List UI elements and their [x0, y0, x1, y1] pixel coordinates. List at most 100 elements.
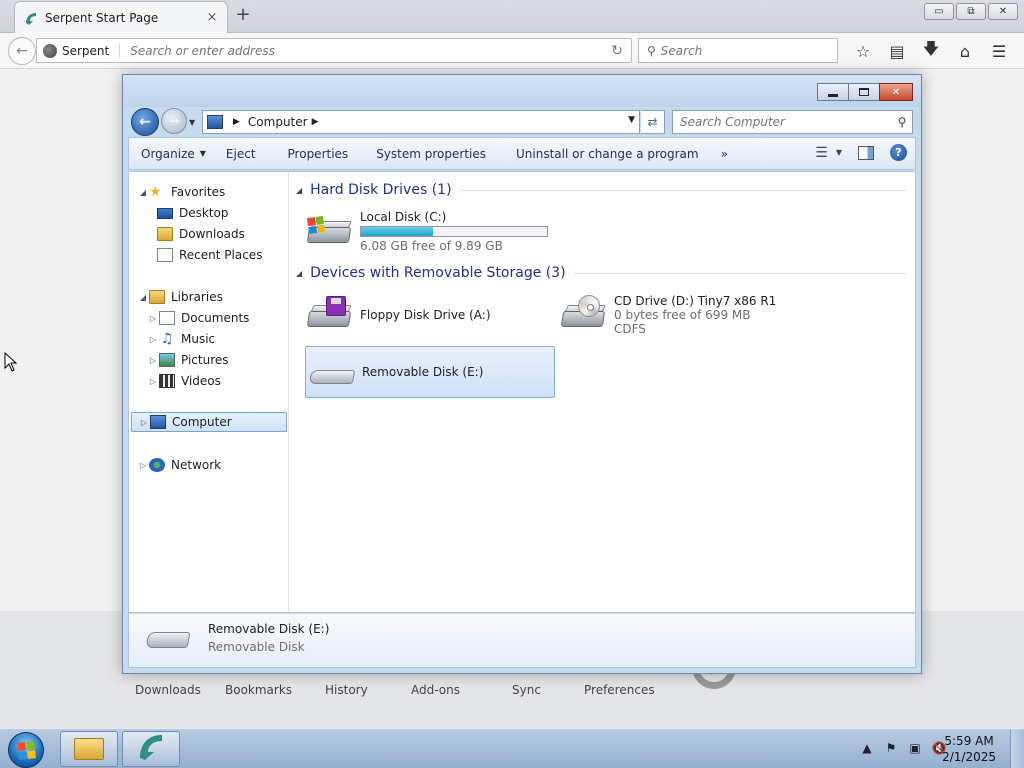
expanded-arrow-icon[interactable]: ◢	[137, 293, 149, 302]
launcher-preferences[interactable]: Preferences	[584, 683, 655, 697]
collapsed-arrow-icon[interactable]: ▷	[137, 461, 149, 470]
explorer-back-button[interactable]: ←	[131, 108, 159, 136]
breadcrumb-arrow-icon[interactable]: ▶	[233, 117, 240, 127]
breadcrumb-computer[interactable]: Computer	[248, 115, 308, 129]
taskbar: ▲ ⚑ ▣ 🔇 5:59 AM 2/1/2025	[0, 728, 1024, 768]
show-desktop-button[interactable]	[1010, 729, 1024, 768]
eject-button[interactable]: Eject	[216, 137, 266, 170]
launcher-sync[interactable]: Sync	[512, 683, 541, 697]
floppy-drive-icon	[304, 293, 354, 337]
taskbar-serpent-button[interactable]	[122, 731, 180, 767]
explorer-search-box[interactable]: ⚲	[672, 110, 913, 134]
taskbar-clock[interactable]: 5:59 AM 2/1/2025	[942, 733, 996, 765]
tab-title: Serpent Start Page	[45, 10, 159, 25]
expanded-arrow-icon[interactable]: ◢	[137, 188, 149, 197]
downloads-icon[interactable]: 🡇	[914, 39, 948, 63]
command-bar-right: ☰ ▼ ?	[815, 144, 907, 161]
nav-music[interactable]: ▷ ♫ Music	[147, 329, 305, 349]
collapsed-arrow-icon[interactable]: ▷	[147, 335, 159, 344]
chevron-down-icon: ▼	[199, 149, 206, 158]
preview-pane-icon[interactable]	[858, 145, 874, 160]
search-bar[interactable]: ⚲	[638, 38, 838, 63]
explorer-forward-button[interactable]: →	[161, 108, 187, 134]
navigation-pane: ◢ ★ Favorites Desktop Downloads Recent P…	[129, 172, 289, 612]
taskbar-explorer-button[interactable]	[60, 731, 118, 767]
properties-button[interactable]: Properties	[266, 137, 359, 170]
change-view-button[interactable]: ☰ ▼	[815, 145, 842, 161]
back-button[interactable]: ←	[8, 37, 36, 65]
explorer-minimize-button[interactable]	[817, 83, 849, 101]
nav-network[interactable]: ▷ Network	[137, 455, 295, 475]
group-header-removable-storage[interactable]: ◢ Devices with Removable Storage (3)	[296, 265, 908, 281]
collapsed-arrow-icon[interactable]: ▷	[138, 418, 150, 427]
organize-button[interactable]: Organize ▼	[129, 137, 216, 170]
search-icon[interactable]: ⚲	[892, 115, 912, 129]
close-button[interactable]: ✕	[988, 3, 1018, 20]
home-icon[interactable]: ⌂	[948, 39, 982, 63]
url-input[interactable]	[130, 43, 603, 58]
explorer-window: ✕ ← → ▼ ▶ Computer ▶ ▼ ⇄ ⚲ Organize ▼	[122, 74, 922, 674]
browser-window-controls: ▭ ⧉ ✕	[924, 3, 1018, 20]
explorer-search-input[interactable]	[680, 115, 892, 129]
search-input[interactable]	[660, 43, 837, 58]
nav-documents[interactable]: ▷ Documents	[147, 308, 305, 328]
action-center-flag-icon[interactable]: ⚑	[884, 741, 898, 755]
reload-icon[interactable]: ↻	[603, 43, 631, 59]
new-tab-button[interactable]: +	[234, 5, 252, 25]
drive-d-free-space: 0 bytes free of 699 MB	[614, 308, 751, 322]
group-header-hard-disk-drives[interactable]: ◢ Hard Disk Drives (1)	[296, 182, 908, 198]
recent-pages-dropdown-icon[interactable]: ▼	[189, 118, 195, 127]
nav-pictures-label: Pictures	[181, 353, 229, 367]
drive-local-disk-c[interactable]: Local Disk (C:) 6.08 GB free of 9.89 GB	[304, 206, 554, 256]
nav-pictures[interactable]: ▷ Pictures	[147, 350, 305, 370]
explorer-titlebar[interactable]: ✕	[123, 75, 921, 107]
group-divider	[459, 189, 908, 191]
details-pane: Removable Disk (E:) Removable Disk	[128, 613, 916, 668]
nav-videos[interactable]: ▷ Videos	[147, 371, 305, 391]
mouse-cursor-icon	[4, 352, 18, 372]
drive-removable-e[interactable]: Removable Disk (E:)	[305, 346, 555, 398]
launcher-bookmarks[interactable]: Bookmarks	[225, 683, 292, 697]
nav-libraries[interactable]: ◢ Libraries	[137, 287, 295, 307]
launcher-history[interactable]: History	[325, 683, 368, 697]
more-commands-button[interactable]: »	[709, 137, 738, 170]
uninstall-program-button[interactable]: Uninstall or change a program	[496, 137, 709, 170]
tab-serpent-start-page[interactable]: Serpent Start Page ×	[14, 1, 228, 33]
videos-icon	[159, 374, 175, 388]
breadcrumb-arrow-icon[interactable]: ▶	[312, 117, 319, 127]
address-dropdown-icon[interactable]: ▼	[628, 115, 635, 125]
bookmarks-menu-icon[interactable]: ▤	[880, 39, 914, 63]
collapsed-arrow-icon[interactable]: ▷	[147, 314, 159, 323]
drive-cd-d[interactable]: CD Drive (D:) Tiny7 x86 R1 0 bytes free …	[558, 290, 808, 340]
explorer-refresh-button[interactable]: ⇄	[641, 110, 665, 134]
explorer-close-button[interactable]: ✕	[879, 83, 913, 101]
desktop-icon	[157, 207, 173, 219]
launcher-downloads[interactable]: Downloads	[135, 683, 201, 697]
explorer-maximize-button[interactable]	[848, 83, 880, 101]
group-collapse-arrow-icon[interactable]: ◢	[296, 186, 302, 195]
collapsed-arrow-icon[interactable]: ▷	[147, 377, 159, 386]
url-bar[interactable]: Serpent ↻	[36, 38, 632, 63]
help-icon[interactable]: ?	[890, 144, 907, 161]
close-icon: ✕	[891, 86, 901, 98]
start-button[interactable]	[8, 732, 44, 768]
collapsed-arrow-icon[interactable]: ▷	[147, 356, 159, 365]
tab-close-icon[interactable]: ×	[205, 10, 219, 25]
refresh-icon: ⇄	[647, 115, 658, 129]
group-collapse-arrow-icon[interactable]: ◢	[296, 269, 302, 278]
bookmark-star-icon[interactable]: ☆	[846, 39, 880, 63]
group-header-hdd-label: Hard Disk Drives (1)	[310, 182, 452, 198]
launcher-addons[interactable]: Add-ons	[411, 683, 460, 697]
show-hidden-icons-button[interactable]: ▲	[860, 741, 874, 755]
drive-floppy-a[interactable]: Floppy Disk Drive (A:)	[304, 290, 554, 340]
nav-libraries-label: Libraries	[171, 290, 223, 304]
menu-icon[interactable]: ☰	[982, 39, 1016, 63]
minimize-button[interactable]: ▭	[924, 3, 954, 20]
restore-button[interactable]: ⧉	[956, 3, 986, 20]
system-properties-button[interactable]: System properties	[358, 137, 496, 170]
nav-computer[interactable]: ▷ Computer	[131, 412, 287, 432]
nav-favorites[interactable]: ◢ ★ Favorites	[137, 182, 295, 202]
explorer-address-bar[interactable]: ▶ Computer ▶ ▼	[202, 110, 640, 134]
network-tray-icon[interactable]: ▣	[908, 741, 922, 755]
identity-label[interactable]: Serpent	[62, 43, 121, 58]
